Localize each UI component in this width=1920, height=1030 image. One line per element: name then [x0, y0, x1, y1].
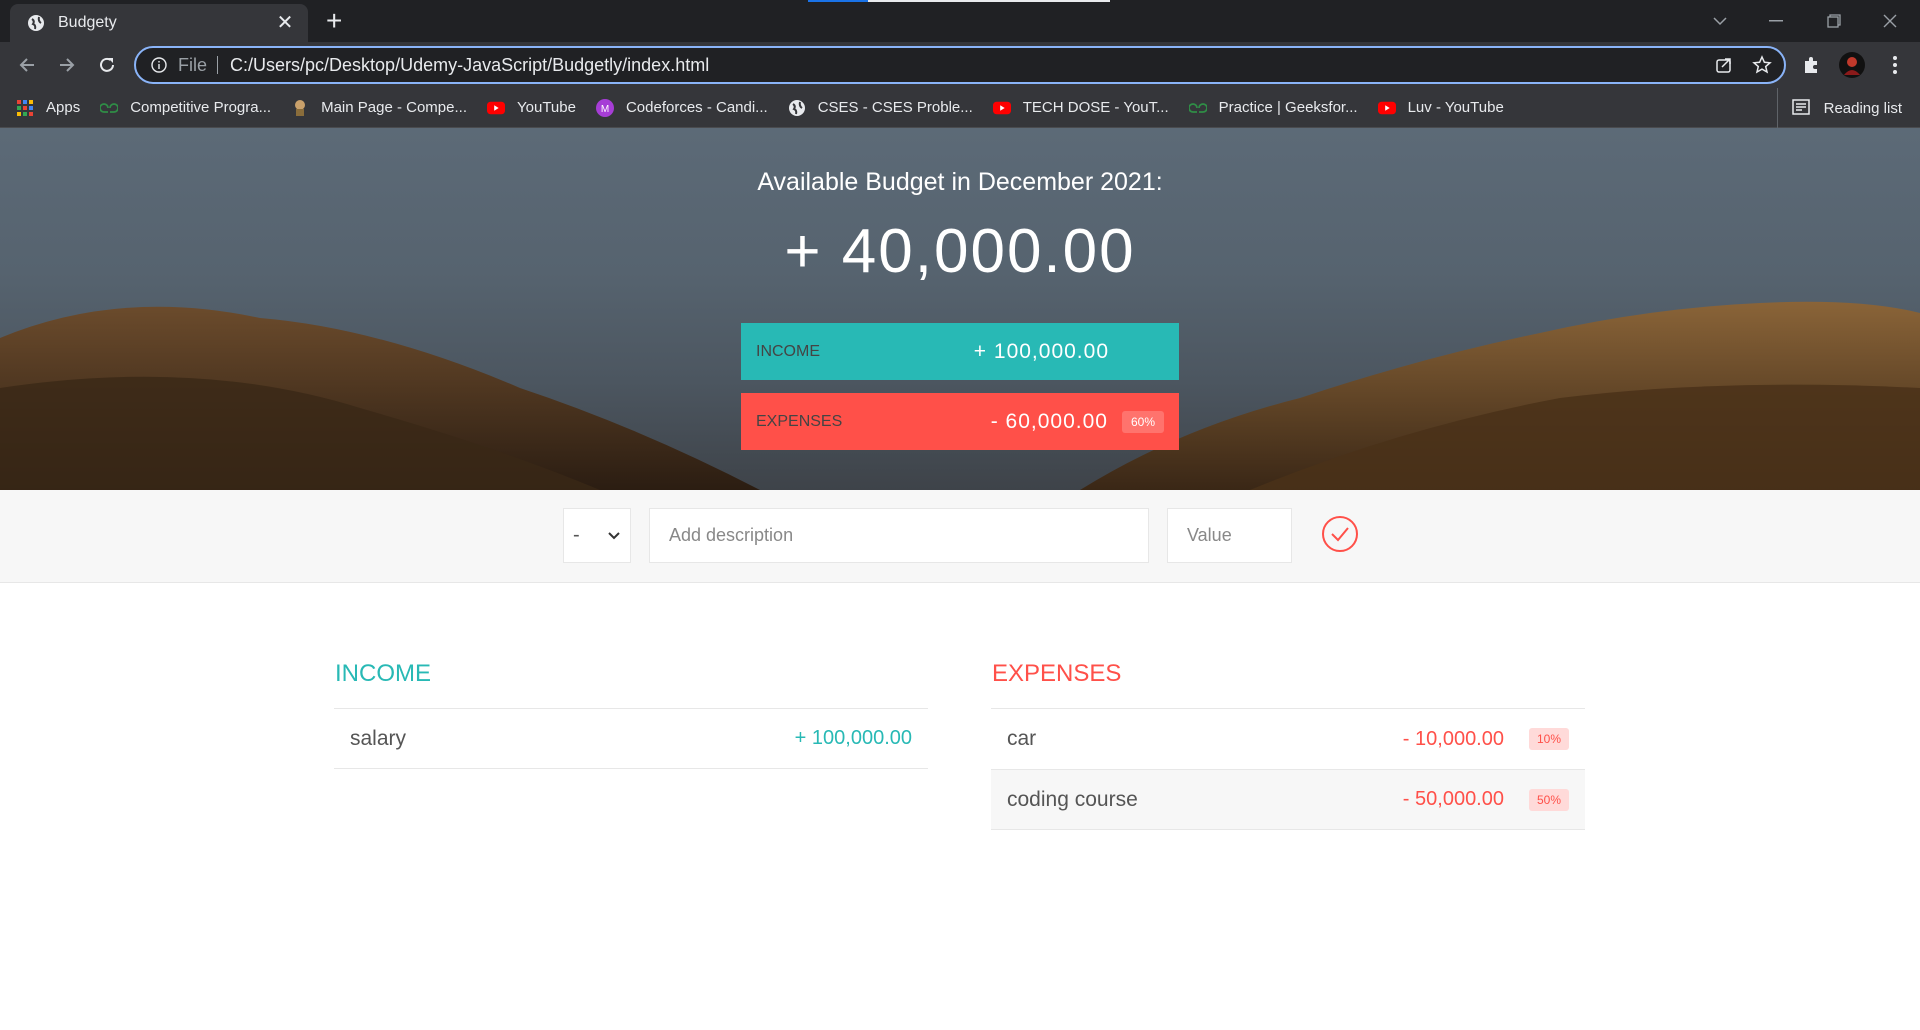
- expenses-summary-label: EXPENSES: [756, 412, 843, 430]
- expenses-list-title: EXPENSES: [992, 660, 1122, 687]
- check-circle-icon: [1321, 515, 1359, 556]
- bookmark-main-page[interactable]: Main Page - Compe...: [291, 99, 467, 117]
- restore-icon[interactable]: [1806, 0, 1862, 42]
- description-input[interactable]: [649, 508, 1149, 563]
- type-select[interactable]: -: [563, 508, 631, 563]
- budget-value: + 40,000.00: [784, 217, 1136, 286]
- bookmark-competitive-programming[interactable]: Competitive Progra...: [100, 99, 271, 117]
- item-value: + 100,000.00: [794, 727, 912, 749]
- bookmark-youtube[interactable]: YouTube: [487, 99, 576, 117]
- bookmark-practice-geeksforgeeks[interactable]: Practice | Geeksfor...: [1188, 99, 1358, 117]
- income-summary-label: INCOME: [756, 342, 820, 360]
- url-text[interactable]: C:/Users/pc/Desktop/Udemy-JavaScript/Bud…: [230, 55, 1708, 76]
- bookmark-label: Luv - YouTube: [1407, 99, 1504, 116]
- reading-list-label: Reading list: [1823, 99, 1902, 117]
- share-icon[interactable]: [1708, 49, 1740, 81]
- bookmark-label: TECH DOSE - YouT...: [1022, 99, 1169, 116]
- reading-list-icon: [1791, 99, 1812, 117]
- item-description: coding course: [1007, 787, 1138, 811]
- list-item[interactable]: salary + 100,000.00: [334, 708, 928, 769]
- expenses-summary: EXPENSES - 60,000.00 60%: [741, 393, 1179, 450]
- bookmark-label: Apps: [46, 99, 81, 116]
- globe-icon: [788, 99, 806, 117]
- bookmark-luv-youtube[interactable]: Luv - YouTube: [1377, 99, 1504, 117]
- youtube-icon: [1377, 99, 1396, 117]
- item-description: car: [1007, 727, 1037, 750]
- bookmark-label: Main Page - Compe...: [321, 99, 467, 116]
- bookmark-cses[interactable]: CSES - CSES Proble...: [788, 99, 973, 117]
- bookmark-codeforces[interactable]: M Codeforces - Candi...: [595, 98, 768, 117]
- list-item[interactable]: car - 10,000.00 10%: [991, 708, 1585, 769]
- bookmark-label: CSES - CSES Proble...: [817, 99, 973, 116]
- minimize-icon[interactable]: [1748, 0, 1804, 42]
- browser-tab[interactable]: Budgety ✕: [10, 4, 308, 42]
- budget-header: Available Budget in December 2021: + 40,…: [0, 128, 1920, 490]
- income-list: INCOME salary + 100,000.00: [334, 660, 928, 769]
- bookmark-label: Codeforces - Candi...: [625, 99, 768, 116]
- youtube-icon: [992, 99, 1011, 117]
- list-item[interactable]: coding course - 50,000.00 50%: [991, 769, 1585, 830]
- codeforces-icon: M: [595, 98, 614, 117]
- expenses-list: EXPENSES car - 10,000.00 10% coding cour…: [991, 660, 1585, 830]
- item-value: - 50,000.00: [1402, 788, 1504, 810]
- income-summary: INCOME + 100,000.00: [741, 323, 1179, 380]
- bookmark-tech-dose[interactable]: TECH DOSE - YouT...: [992, 99, 1169, 117]
- add-item-bar: -: [0, 490, 1920, 583]
- bookmark-apps[interactable]: Apps: [16, 99, 80, 117]
- browser-toolbar: File C:/Users/pc/Desktop/Udemy-JavaScrip…: [0, 42, 1920, 88]
- expenses-summary-value: - 60,000.00: [990, 409, 1108, 433]
- avatar[interactable]: [1837, 50, 1867, 80]
- more-menu-icon[interactable]: [1880, 50, 1910, 80]
- close-tab-icon[interactable]: ✕: [274, 12, 296, 34]
- url-scheme-label: File: [178, 56, 219, 74]
- youtube-icon: [487, 99, 505, 117]
- extensions-icon[interactable]: [1796, 50, 1826, 80]
- chevron-down-icon: [607, 524, 621, 547]
- bookmark-label: Competitive Progra...: [130, 99, 272, 116]
- bookmark-star-icon[interactable]: [1746, 49, 1778, 81]
- new-tab-icon[interactable]: +: [326, 7, 342, 35]
- type-select-value: -: [573, 524, 580, 546]
- item-description: salary: [350, 726, 407, 750]
- geeksforgeeks-icon: [100, 99, 119, 117]
- apps-grid-icon: [16, 99, 34, 117]
- value-input[interactable]: [1167, 508, 1292, 563]
- back-icon[interactable]: [12, 50, 42, 80]
- income-list-title: INCOME: [335, 660, 431, 687]
- item-percentage-badge: 50%: [1529, 788, 1569, 811]
- income-summary-value: + 100,000.00: [973, 339, 1109, 363]
- wiki-icon: [291, 99, 309, 117]
- item-value: - 10,000.00: [1402, 727, 1504, 750]
- site-info-icon[interactable]: [150, 56, 168, 74]
- globe-icon: [26, 13, 46, 33]
- reading-list-button[interactable]: Reading list: [1776, 88, 1902, 128]
- forward-icon[interactable]: [52, 50, 82, 80]
- tab-strip: Budgety ✕ +: [0, 0, 1920, 42]
- bookmark-label: YouTube: [517, 99, 576, 116]
- reload-icon[interactable]: [92, 50, 122, 80]
- tab-search-icon[interactable]: [1692, 0, 1748, 42]
- budget-title: Available Budget in December 2021:: [757, 168, 1163, 196]
- svg-text:M: M: [601, 104, 609, 115]
- address-bar[interactable]: File C:/Users/pc/Desktop/Udemy-JavaScrip…: [134, 46, 1786, 84]
- loading-bar-right: [868, 0, 1110, 2]
- tab-title: Budgety: [58, 14, 117, 31]
- geeksforgeeks-icon: [1188, 99, 1207, 117]
- item-percentage-badge: 10%: [1529, 728, 1569, 750]
- expenses-percentage-badge: 60%: [1122, 410, 1164, 433]
- bookmarks-bar: Apps Competitive Progra... Main Page - C…: [0, 88, 1920, 128]
- close-window-icon[interactable]: [1862, 0, 1918, 42]
- loading-bar-left: [808, 0, 868, 2]
- add-button[interactable]: [1320, 515, 1360, 555]
- bookmark-label: Practice | Geeksfor...: [1218, 99, 1358, 116]
